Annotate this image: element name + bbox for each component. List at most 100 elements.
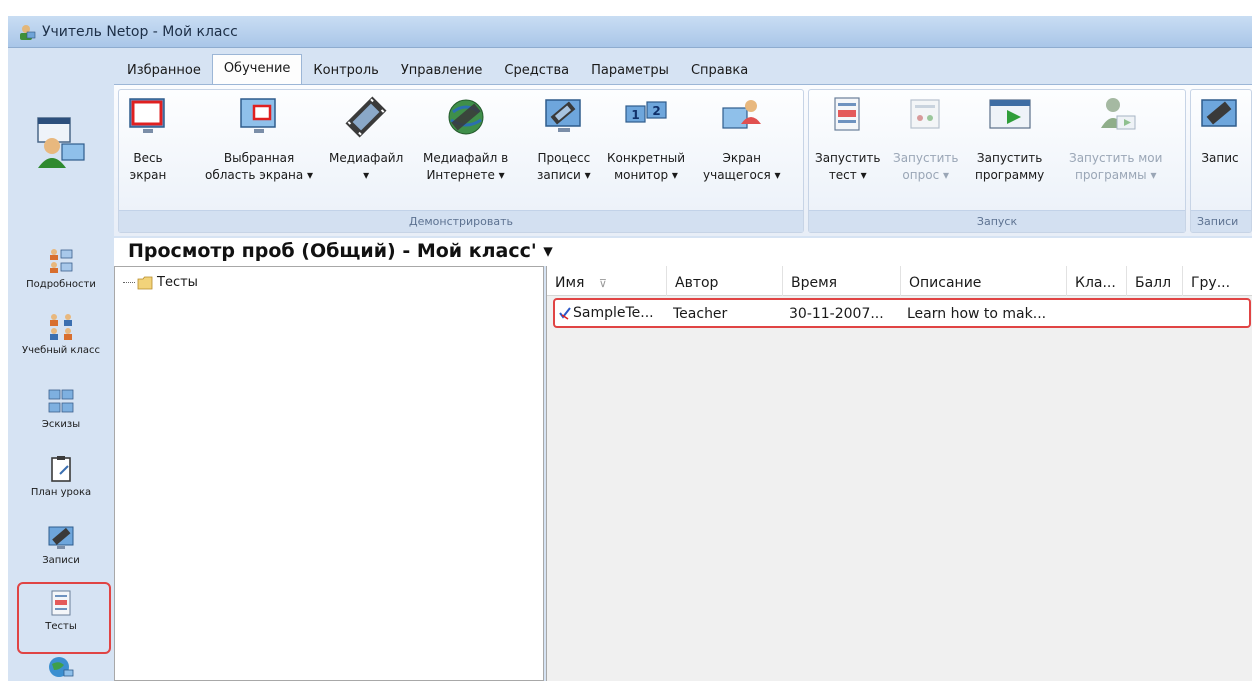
folder-icon: [137, 276, 153, 289]
student-screen-icon: [722, 100, 761, 129]
nav-label-records: Записи: [42, 555, 80, 566]
launch-test-label-1: Запустить: [815, 151, 881, 165]
column-header-time[interactable]: Время: [783, 266, 901, 296]
program-play-icon: [989, 99, 1031, 129]
cell-time: 30-11-2007...: [789, 306, 884, 322]
cell-description: Learn how to mak...: [907, 306, 1047, 322]
internet-media-label-1: Медиафайл в: [423, 151, 509, 165]
window-title: Учитель Netop - Мой класс: [42, 23, 238, 40]
student-screen-label-1: Экран: [722, 151, 761, 165]
view-title-dropdown[interactable]: Просмотр проб (Общий) - Мой класс' ▾: [128, 240, 553, 262]
launch-test-button[interactable]: Запустить тест ▾: [815, 94, 880, 184]
column-header-score[interactable]: Балл: [1127, 266, 1183, 296]
media-file-label-1: Медиафайл: [329, 151, 404, 165]
internet-media-button[interactable]: Медиафайл в Интернете ▾: [423, 94, 508, 184]
thumbnails-icon: [48, 389, 74, 413]
column-header-author[interactable]: Автор: [667, 266, 783, 296]
film-reel-icon: [345, 96, 387, 138]
column-header-name[interactable]: Имя ⊽: [547, 266, 667, 296]
records-button-label: Запис: [1201, 151, 1239, 165]
launch-my-programs-label-1: Запустить мои: [1069, 151, 1163, 165]
launch-my-programs-button[interactable]: Запустить мои программы ▾: [1069, 94, 1162, 184]
nav-item-details[interactable]: Подробности: [8, 246, 114, 292]
tree-node-tests[interactable]: Тесты: [123, 275, 198, 290]
tests-highlight: [17, 582, 111, 654]
tab-learning[interactable]: Обучение: [211, 54, 303, 84]
tab-favorites[interactable]: Избранное: [116, 58, 212, 84]
launch-my-programs-label-2: программы ▾: [1074, 168, 1157, 182]
demonstrate-group-label: Демонстрировать: [119, 210, 803, 232]
selected-area-label-1: Выбранная: [223, 151, 295, 165]
sort-icon: ⊽: [598, 277, 607, 290]
test-check-icon: [559, 307, 571, 320]
launch-program-button[interactable]: Запустить программу: [975, 94, 1044, 184]
records-group-label: Записи: [1191, 210, 1251, 232]
launch-poll-button[interactable]: Запустить опрос ▾: [893, 94, 958, 184]
ribbon-group-demonstrate: Весь экран Выбранная область экрана ▾ Меди…: [118, 89, 804, 233]
full-screen-label-2: экран: [129, 168, 167, 182]
tab-management[interactable]: Управление: [390, 58, 494, 84]
selected-area-button[interactable]: Выбранная область экрана ▾: [205, 94, 313, 184]
view-header: Просмотр проб (Общий) - Мой класс' ▾: [114, 238, 1252, 266]
tab-control[interactable]: Контроль: [302, 58, 389, 84]
nav-label-lesson-plan: План урока: [30, 487, 92, 498]
recording-process-button[interactable]: Процесс записи ▾: [537, 94, 591, 184]
nav-item-lesson-plan[interactable]: План урока: [8, 454, 114, 500]
nav-item-classroom[interactable]: Учебный класс: [8, 312, 114, 358]
student-screen-button[interactable]: Экран учащегося ▾: [703, 94, 781, 184]
column-header-group[interactable]: Гру...: [1183, 266, 1252, 296]
tests-grid: Имя ⊽ Автор Время Описание Кла... Балл Г…: [546, 266, 1252, 681]
full-screen-icon: [129, 98, 165, 133]
teacher-avatar-icon: [37, 117, 85, 168]
ribbon-group-records: Запис Записи: [1190, 89, 1252, 233]
tab-options[interactable]: Параметры: [580, 58, 680, 84]
recording-process-label-2: записи ▾: [537, 168, 591, 182]
menu-tabs: Избранное Обучение Контроль Управление С…: [116, 54, 759, 84]
column-header-description[interactable]: Описание: [901, 266, 1067, 296]
launch-test-label-2: тест ▾: [828, 168, 867, 182]
monitors-1-2-icon: 1 2: [625, 101, 667, 123]
svg-text:2: 2: [652, 104, 660, 118]
my-programs-icon: [1100, 98, 1136, 130]
tree-node-label: Тесты: [157, 275, 198, 290]
ribbon: Весь экран Выбранная область экрана ▾ Меди…: [114, 84, 1252, 236]
student-screen-label-2: учащегося ▾: [703, 168, 781, 182]
tree-pane: Тесты: [114, 266, 544, 681]
media-file-button[interactable]: Медиафайл ▾: [329, 94, 403, 184]
svg-text:1: 1: [631, 108, 639, 122]
selected-area-label-2: область экрана ▾: [205, 168, 314, 182]
nav-label-details: Подробности: [26, 279, 96, 290]
nav-item-records[interactable]: Записи: [8, 522, 114, 568]
column-name-label: Имя: [555, 275, 585, 291]
selected-area-icon: [240, 98, 276, 133]
launch-poll-label-2: опрос ▾: [902, 168, 950, 182]
cell-author: Teacher: [673, 306, 728, 322]
nav-item-thumbnails[interactable]: Эскизы: [8, 386, 114, 432]
recording-icon: [545, 99, 581, 132]
records-button[interactable]: Запис: [1197, 94, 1243, 167]
media-file-label-2: ▾: [363, 168, 370, 182]
globe-film-icon: [448, 99, 484, 135]
column-header-class[interactable]: Кла...: [1067, 266, 1127, 296]
tab-tools[interactable]: Средства: [493, 58, 580, 84]
internet-media-label-2: Интернете ▾: [426, 168, 505, 182]
tab-help[interactable]: Справка: [680, 58, 759, 84]
tree-connector: [123, 282, 135, 283]
netop-app-icon: [20, 24, 36, 40]
nav-item-globe[interactable]: [8, 652, 114, 681]
specific-monitor-label-1: Конкретный: [607, 151, 686, 165]
launch-program-label-1: Запустить: [976, 151, 1043, 165]
full-screen-label-1: Весь: [133, 151, 163, 165]
cell-name-text: SampleTe...: [573, 305, 654, 321]
full-screen-button[interactable]: Весь экран: [125, 94, 171, 184]
details-icon: [50, 249, 73, 273]
nav-label-classroom: Учебный класс: [22, 345, 100, 356]
launch-poll-label-1: Запустить: [893, 151, 959, 165]
specific-monitor-button[interactable]: 1 2 Конкретный монитор ▾: [607, 94, 685, 184]
table-row[interactable]: SampleTe... Teacher 30-11-2007... Learn …: [553, 298, 1251, 328]
poll-icon: [910, 99, 940, 129]
grid-header: Имя ⊽ Автор Время Описание Кла... Балл Г…: [547, 266, 1252, 296]
globe-icon: [49, 657, 74, 677]
records-nav-icon: [48, 526, 74, 549]
recording-process-label-1: Процесс: [537, 151, 591, 165]
